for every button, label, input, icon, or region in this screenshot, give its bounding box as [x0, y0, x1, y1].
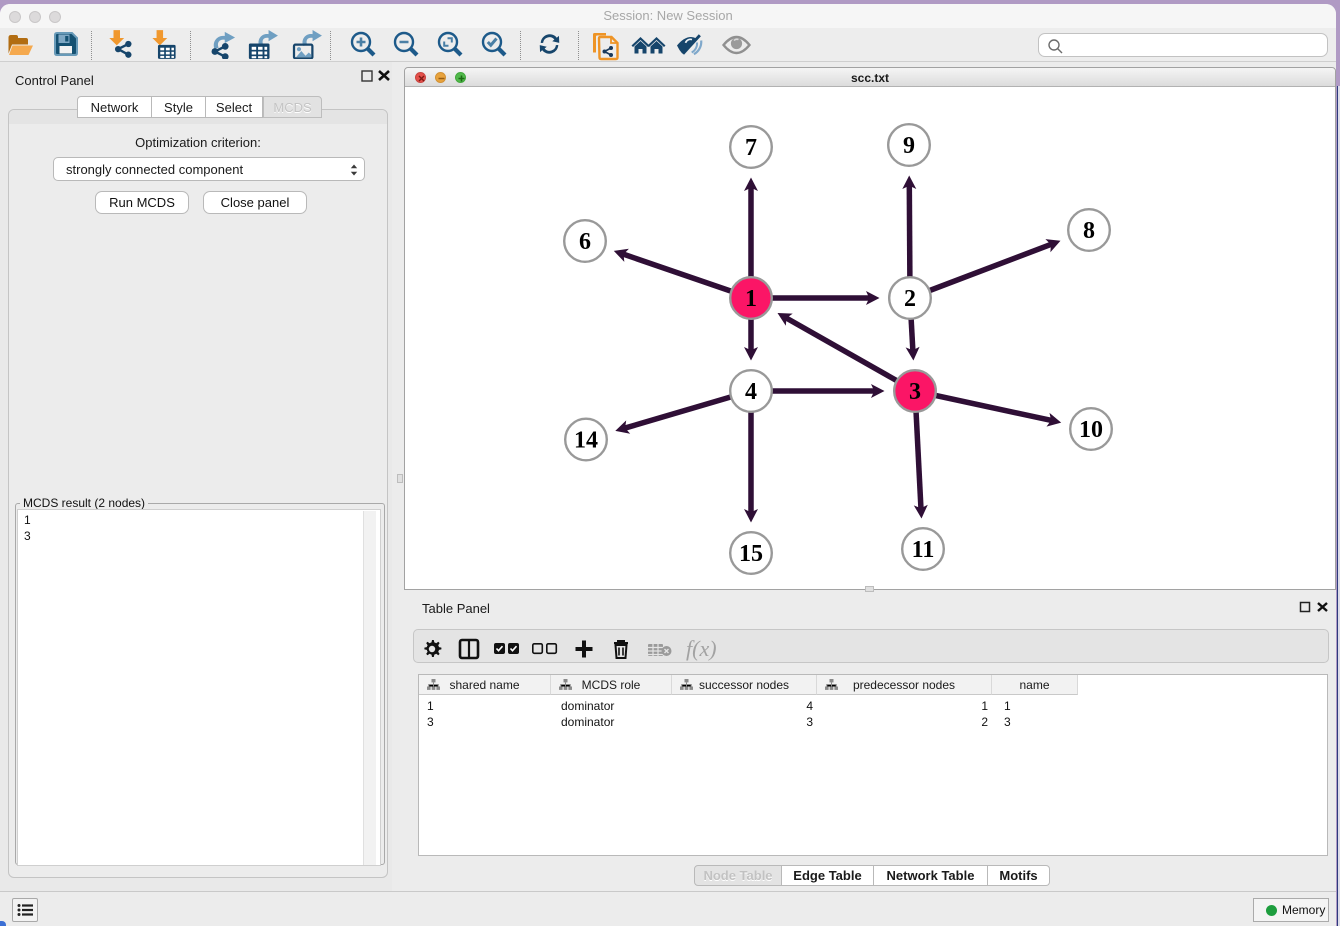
svg-text:4: 4: [745, 379, 757, 405]
svg-text:10: 10: [1079, 417, 1103, 443]
svg-text:15: 15: [739, 541, 763, 567]
svg-text:7: 7: [745, 135, 757, 161]
svg-text:14: 14: [574, 427, 598, 453]
svg-text:9: 9: [903, 133, 915, 159]
svg-text:8: 8: [1083, 218, 1095, 244]
svg-text:2: 2: [904, 286, 916, 312]
svg-text:6: 6: [579, 229, 591, 255]
svg-text:1: 1: [745, 286, 757, 312]
svg-text:3: 3: [909, 379, 921, 405]
svg-text:11: 11: [912, 537, 935, 563]
